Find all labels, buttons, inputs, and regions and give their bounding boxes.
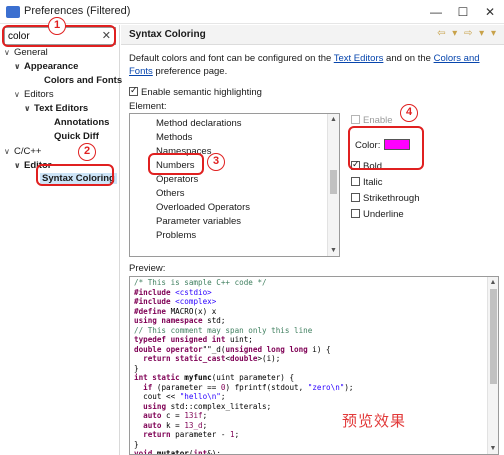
preference-page: Syntax Coloring ⇦ ▾ ⇨ ▾ ▾ Default colors…: [121, 25, 504, 455]
chevron-down-icon[interactable]: ∨: [4, 147, 14, 156]
app-icon: [6, 6, 20, 18]
desc-text: Default colors and font can be configure…: [129, 53, 334, 64]
italic-checkbox[interactable]: Italic: [351, 177, 383, 188]
code-preview[interactable]: /* This is sample C++ code */ #include <…: [129, 276, 499, 455]
element-list-scrollbar[interactable]: ▲ ▼: [327, 114, 339, 256]
highlight-syntax-coloring: [36, 164, 114, 186]
title-bar: Preferences (Filtered) — ☐ ✕: [0, 0, 504, 24]
list-item[interactable]: Overloaded Operators: [156, 202, 250, 213]
tree-item-colors-and-fonts[interactable]: Colors and Fonts: [44, 75, 122, 86]
minimize-button[interactable]: —: [422, 3, 450, 21]
list-item[interactable]: Others: [156, 188, 185, 199]
tree-item-quick-diff[interactable]: Quick Diff: [54, 131, 99, 142]
tree-item-label: C/C++: [14, 146, 42, 157]
list-item[interactable]: Parameter variables: [156, 216, 241, 227]
scroll-up-icon[interactable]: ▲: [488, 279, 498, 286]
semantic-highlighting-checkbox[interactable]: Enable semantic highlighting: [129, 85, 262, 98]
scroll-up-icon[interactable]: ▲: [328, 116, 339, 123]
list-item[interactable]: Problems: [156, 230, 196, 241]
text-editors-link[interactable]: Text Editors: [334, 53, 384, 64]
checkbox-label: Italic: [363, 177, 383, 188]
chevron-down-icon[interactable]: ∨: [4, 48, 14, 57]
preview-caption: 预览效果: [342, 412, 407, 430]
element-label: Element:: [129, 101, 167, 112]
preview-label: Preview:: [129, 263, 166, 274]
scroll-down-icon[interactable]: ▼: [488, 445, 498, 452]
tree-item-label: Colors and Fonts: [44, 75, 123, 86]
page-title: Syntax Coloring: [129, 29, 206, 40]
checkbox-label: Enable: [363, 115, 393, 126]
checkbox-icon[interactable]: [351, 177, 360, 186]
checkbox-icon[interactable]: [351, 209, 360, 218]
highlight-color-bold: [348, 126, 424, 170]
annotation-2: 2: [78, 143, 96, 161]
annotation-3: 3: [207, 153, 225, 171]
annotation-1: 1: [48, 17, 66, 35]
tree-item-label: Text Editors: [34, 103, 89, 114]
preview-code: /* This is sample C++ code */ #include <…: [134, 278, 354, 455]
tree-item-general[interactable]: ∨ General: [4, 47, 48, 58]
desc-text: preference page.: [152, 66, 228, 77]
close-button[interactable]: ✕: [476, 3, 504, 21]
highlight-numbers: [148, 153, 204, 175]
maximize-button[interactable]: ☐: [449, 3, 477, 21]
list-item[interactable]: Operators: [156, 174, 198, 185]
annotation-4: 4: [400, 104, 418, 122]
preview-scrollbar[interactable]: ▲ ▼: [487, 277, 498, 454]
tree-item-label: General: [14, 47, 48, 58]
scroll-down-icon[interactable]: ▼: [328, 247, 339, 254]
tree-item-label: Quick Diff: [54, 131, 99, 142]
scroll-thumb[interactable]: [490, 289, 497, 384]
checkbox-label: Strikethrough: [363, 193, 420, 204]
checkbox-icon[interactable]: [129, 85, 138, 96]
preferences-tree-panel: ✕ ∨General ∨Appearance Colors and Fonts …: [0, 25, 122, 455]
desc-text: and on the: [383, 53, 434, 64]
tree-item-editors[interactable]: ∨ Editors: [14, 89, 54, 100]
element-list[interactable]: Method declarations Methods Namespaces N…: [129, 113, 340, 257]
tree-item-cpp[interactable]: ∨ C/C++: [4, 146, 41, 157]
checkbox-label: Underline: [363, 209, 404, 220]
enable-checkbox[interactable]: Enable: [351, 115, 393, 126]
chevron-down-icon[interactable]: ∨: [14, 90, 24, 99]
chevron-down-icon[interactable]: ∨: [14, 161, 24, 170]
window-title: Preferences (Filtered): [24, 5, 131, 17]
chevron-down-icon[interactable]: ∨: [24, 104, 34, 113]
tree-item-appearance[interactable]: ∨ Appearance: [14, 61, 78, 72]
checkbox-label: Enable semantic highlighting: [141, 87, 262, 98]
tree-item-label: Appearance: [24, 61, 79, 72]
tree-item-text-editors[interactable]: ∨ Text Editors: [24, 103, 88, 114]
checkbox-icon[interactable]: [351, 193, 360, 202]
list-item[interactable]: Methods: [156, 132, 192, 143]
tree-item-annotations[interactable]: Annotations: [54, 117, 109, 128]
nav-arrows-icon[interactable]: ⇦ ▾ ⇨ ▾ ▾: [437, 28, 498, 39]
page-description: Default colors and font can be configure…: [129, 52, 501, 78]
strikethrough-checkbox[interactable]: Strikethrough: [351, 193, 420, 204]
tree-item-label: Editors: [24, 89, 54, 100]
underline-checkbox[interactable]: Underline: [351, 209, 404, 220]
checkbox-icon[interactable]: [351, 115, 360, 124]
chevron-down-icon[interactable]: ∨: [14, 62, 24, 71]
scroll-thumb[interactable]: [330, 170, 337, 194]
list-item[interactable]: Method declarations: [156, 118, 242, 129]
page-header: Syntax Coloring ⇦ ▾ ⇨ ▾ ▾: [121, 25, 504, 45]
tree-item-label: Annotations: [54, 117, 110, 128]
